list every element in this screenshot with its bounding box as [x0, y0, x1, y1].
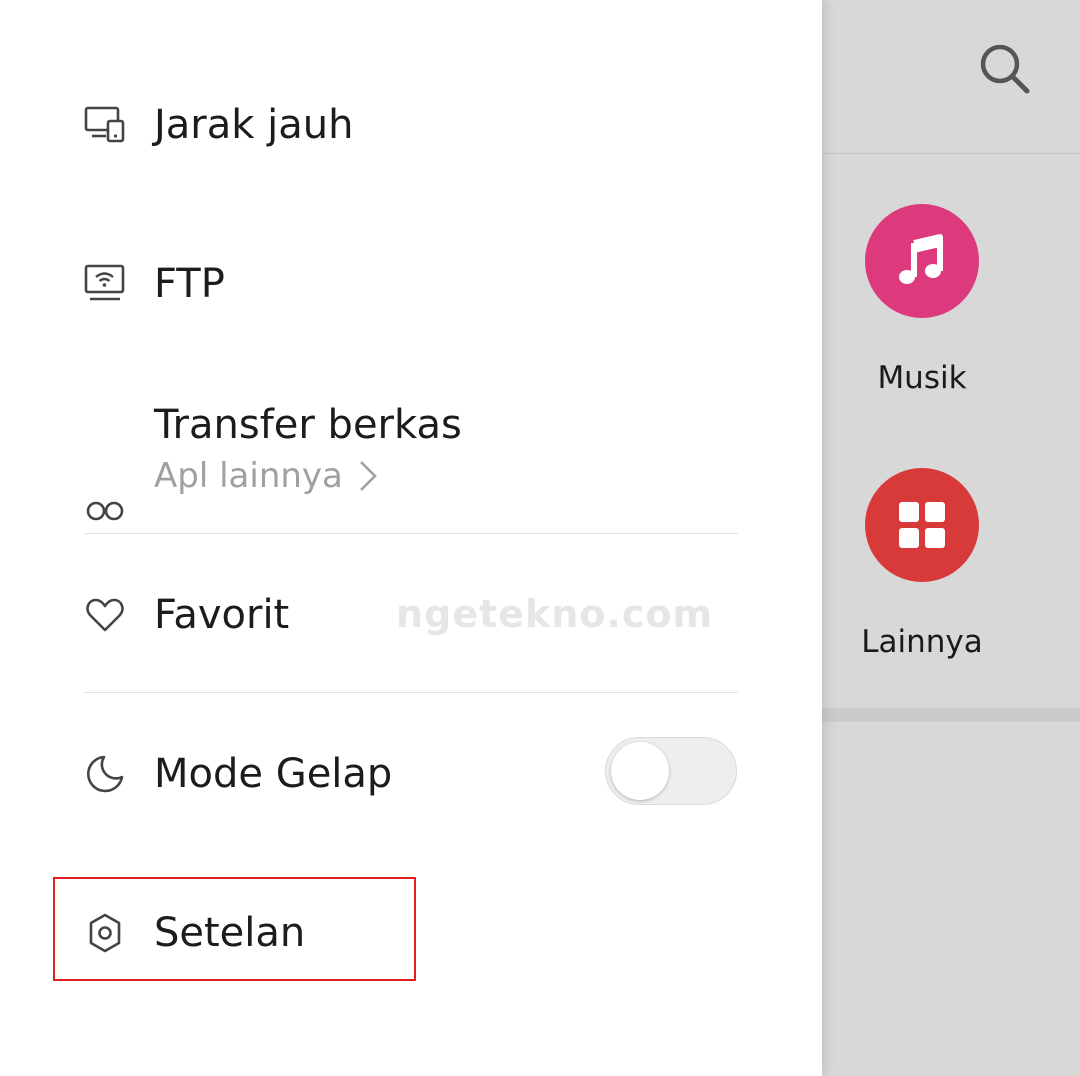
section-divider: [822, 708, 1080, 722]
moon-icon: [84, 753, 126, 795]
category-label: Lainnya: [861, 624, 983, 660]
navigation-drawer: Jarak jauh FTP Transfer berkas Apl lainn…: [0, 0, 822, 1076]
drawer-item-mode-gelap[interactable]: Mode Gelap: [84, 751, 392, 797]
more-category-circle: [865, 468, 979, 582]
music-category-circle: [865, 204, 979, 318]
search-icon: [980, 44, 1030, 94]
ftp-wifi-monitor-icon: [84, 263, 126, 305]
toggle-knob: [611, 742, 669, 800]
infinity-link-icon: [84, 490, 126, 532]
highlight-annotation-box: [53, 877, 416, 981]
background-app-panel: Musik Lainnya: [822, 0, 1080, 1076]
dark-mode-toggle[interactable]: [605, 737, 737, 805]
drawer-item-label: Favorit: [154, 592, 290, 638]
drawer-item-favorit[interactable]: Favorit: [84, 592, 289, 638]
search-button[interactable]: [978, 42, 1032, 96]
drawer-item-label: Jarak jauh: [154, 102, 354, 148]
category-label: Musik: [877, 360, 967, 396]
drawer-divider: [84, 692, 738, 693]
screen: Musik Lainnya Jarak jauh FTP Transfer be…: [0, 0, 1080, 1076]
category-lainnya[interactable]: Lainnya: [822, 468, 1022, 660]
grid-icon: [899, 502, 945, 548]
background-app-header: [822, 0, 1080, 154]
drawer-item-ftp[interactable]: FTP: [84, 261, 225, 307]
drawer-item-jarak-jauh[interactable]: Jarak jauh: [84, 102, 353, 148]
music-note-icon: [899, 234, 943, 284]
other-apps-link[interactable]: Apl lainnya: [154, 456, 383, 496]
drawer-item-label: FTP: [154, 261, 225, 307]
remote-devices-icon: [84, 104, 126, 146]
drawer-item-label: Transfer berkas: [154, 402, 462, 448]
other-apps-label: Apl lainnya: [154, 456, 343, 496]
drawer-item-label: Mode Gelap: [154, 751, 393, 797]
watermark: ngetekno.com: [396, 592, 714, 636]
chevron-right-icon: [359, 461, 377, 491]
category-musik[interactable]: Musik: [822, 204, 1022, 396]
drawer-divider: [84, 533, 738, 534]
heart-icon: [84, 594, 126, 636]
